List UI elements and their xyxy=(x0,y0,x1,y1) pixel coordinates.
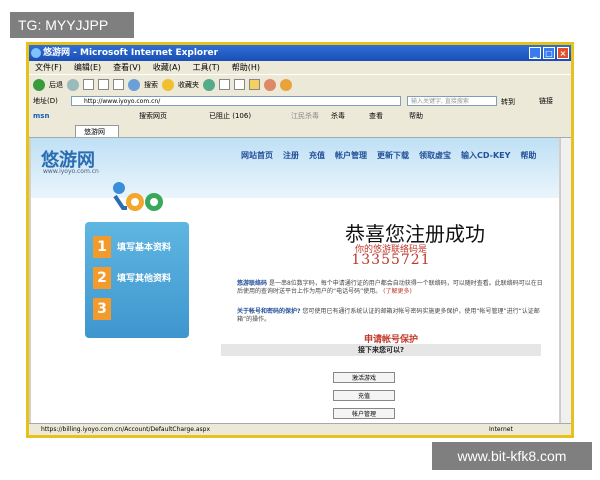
window-title: 悠游网 - Microsoft Internet Explorer xyxy=(43,48,219,58)
address-label: 地址(D) xyxy=(33,97,58,105)
watermark-top: TG: MYYJJPP xyxy=(10,12,134,38)
recharge-button[interactable]: 充值 xyxy=(333,390,395,401)
favorites-button-label[interactable]: 收藏夹 xyxy=(178,80,199,90)
search-button-label[interactable]: 搜索 xyxy=(144,80,158,90)
step-2-label: 填写其他资料 xyxy=(117,274,172,284)
forward-arrow-icon[interactable] xyxy=(67,78,79,91)
title-bar: 悠游网 - Microsoft Internet Explorer _ □ × xyxy=(29,45,571,61)
vertical-scrollbar[interactable] xyxy=(560,138,571,423)
nav-help[interactable]: 帮助 xyxy=(520,150,536,161)
refresh-icon[interactable] xyxy=(98,79,109,90)
site-logo-url: www.iyoyo.com.cn xyxy=(43,168,99,175)
address-input[interactable]: http://www.iyoyo.com.cn/ xyxy=(71,96,401,106)
step-2: 2 填写其他资料 xyxy=(93,267,183,289)
msn-search-web[interactable]: 搜索网页 xyxy=(139,109,167,124)
nav-account[interactable]: 帐户管理 xyxy=(335,150,367,161)
stop-icon[interactable] xyxy=(83,79,94,90)
help-button[interactable]: 帮助 xyxy=(409,109,423,124)
go-button[interactable]: 转到 xyxy=(501,95,515,110)
query-button[interactable]: 查看 xyxy=(369,109,383,124)
contact-code: 13355721 xyxy=(351,252,431,268)
nav-cdkey[interactable]: 输入CD-KEY xyxy=(461,150,510,161)
contact-code-term: 悠游联络码 xyxy=(237,280,268,287)
menu-bar: 文件(F) 编辑(E) 查看(V) 收藏(A) 工具(T) 帮助(H) xyxy=(29,61,571,74)
nav-recharge[interactable]: 充值 xyxy=(309,150,325,161)
nav-register[interactable]: 注册 xyxy=(283,150,299,161)
next-steps-heading: 接下来您可以? xyxy=(221,344,541,356)
home-icon[interactable] xyxy=(113,79,124,90)
contact-code-info: 悠游联络码 是一串8位数字码，每个申请通行证的用户都会自动获得一个联络码，可以随… xyxy=(237,280,547,296)
account-protection-info: 关于帐号和密码的保护? 您可使用已有通行系统认证的邮箱对帐号密码实施更多保护，使… xyxy=(237,308,547,324)
search-icon[interactable] xyxy=(128,78,140,91)
ie-logo-icon xyxy=(31,48,41,58)
kill-virus-button[interactable]: 杀毒 xyxy=(331,109,345,124)
close-button[interactable]: × xyxy=(557,47,569,59)
protection-question[interactable]: 关于帐号和密码的保护? xyxy=(237,308,300,315)
messenger-icon[interactable] xyxy=(264,78,276,91)
back-arrow-icon[interactable] xyxy=(33,78,45,91)
print-icon[interactable] xyxy=(234,79,245,90)
back-button-label[interactable]: 后退 xyxy=(49,80,63,90)
menu-edit[interactable]: 编辑(E) xyxy=(74,61,101,74)
msn-toolbar: msn 搜索网页 已阻止 (106) 江民杀毒 杀毒 查看 帮助 xyxy=(29,109,571,124)
address-bar: 地址(D) http://www.iyoyo.com.cn/ 输入关键字, 直接… xyxy=(29,94,571,109)
nav-download[interactable]: 更新下载 xyxy=(377,150,409,161)
nav-claim[interactable]: 领取虚宝 xyxy=(419,150,451,161)
tab-bar: 悠游网 xyxy=(29,124,571,138)
menu-help[interactable]: 帮助(H) xyxy=(232,61,260,74)
watermark-bottom: www.bit-kfk8.com xyxy=(432,442,592,470)
qq-icon[interactable] xyxy=(280,78,292,91)
tab-iyoyo[interactable]: 悠游网 xyxy=(75,125,119,137)
status-zone: Internet xyxy=(489,426,513,433)
learn-more-link[interactable]: (了解更多) xyxy=(383,288,412,295)
msn-logo: msn xyxy=(33,112,50,120)
page-content: 悠游网 www.iyoyo.com.cn 网站首页 注册 充值 帐户管理 更新下… xyxy=(31,138,559,423)
antivirus-label[interactable]: 江民杀毒 xyxy=(291,109,319,124)
step-3: 3 xyxy=(93,298,183,320)
favorites-star-icon[interactable] xyxy=(162,78,174,91)
account-manage-button[interactable]: 帐户管理 xyxy=(333,408,395,419)
step-3-number: 3 xyxy=(93,298,111,320)
popup-blocked[interactable]: 已阻止 (106) xyxy=(209,109,251,124)
status-bar: https://billing.iyoyo.com.cn/Account/Def… xyxy=(29,423,571,435)
folder-icon[interactable] xyxy=(249,79,260,90)
browser-window: 悠游网 - Microsoft Internet Explorer _ □ × … xyxy=(26,42,574,438)
links-button[interactable]: 链接 xyxy=(539,94,553,109)
menu-file[interactable]: 文件(F) xyxy=(35,61,62,74)
standard-toolbar: 后退 搜索 收藏夹 xyxy=(29,74,571,94)
history-icon[interactable] xyxy=(203,78,215,91)
toolbar-search-input[interactable]: 输入关键字, 直接搜索 xyxy=(407,96,497,106)
activate-game-button[interactable]: 激活游戏 xyxy=(333,372,395,383)
menu-tools[interactable]: 工具(T) xyxy=(193,61,220,74)
step-2-number: 2 xyxy=(93,267,111,289)
menu-favorites[interactable]: 收藏(A) xyxy=(153,61,181,74)
status-url: https://billing.iyoyo.com.cn/Account/Def… xyxy=(41,426,211,433)
minimize-button[interactable]: _ xyxy=(529,47,541,59)
success-title: 恭喜您注册成功 xyxy=(345,222,485,246)
yoyo-mascot-icon xyxy=(113,182,163,211)
menu-view[interactable]: 查看(V) xyxy=(113,61,141,74)
site-nav: 网站首页 注册 充值 帐户管理 更新下载 领取虚宝 输入CD-KEY 帮助 xyxy=(241,150,536,161)
maximize-button[interactable]: □ xyxy=(543,47,555,59)
mail-icon[interactable] xyxy=(219,79,230,90)
nav-home[interactable]: 网站首页 xyxy=(241,150,273,161)
